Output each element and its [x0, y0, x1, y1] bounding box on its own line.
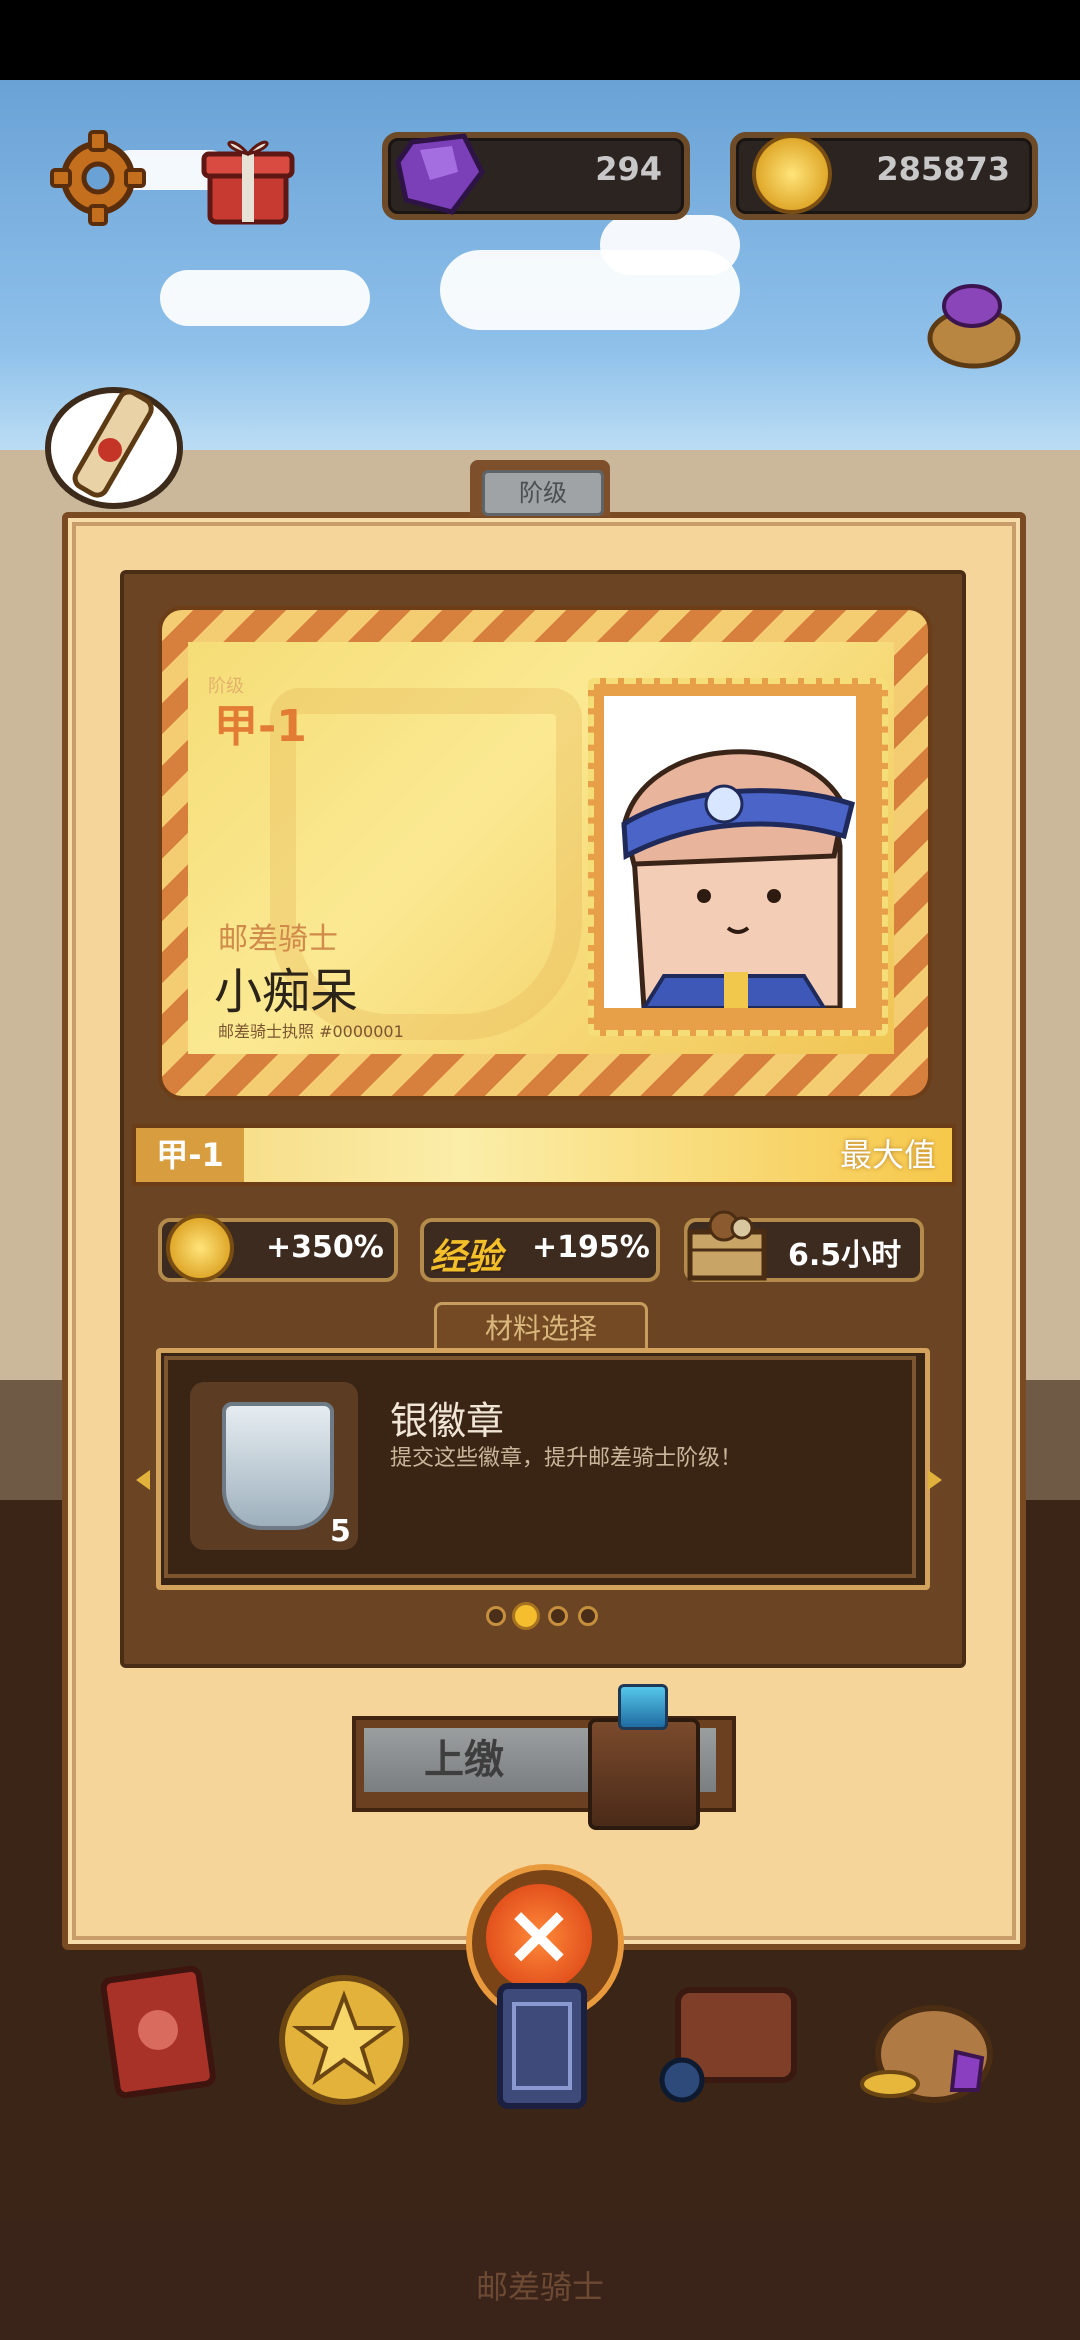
character-portrait [604, 696, 856, 1008]
silver-badge-icon [222, 1402, 334, 1530]
rank-progress-bar [132, 1124, 956, 1186]
star-coin-icon[interactable] [274, 1970, 414, 2110]
page-dot-active[interactable] [512, 1602, 540, 1630]
card-deck-icon[interactable] [470, 1976, 610, 2116]
gem-icon [392, 128, 488, 218]
material-count: 5 [330, 1514, 351, 1549]
bag-potion-icon[interactable] [658, 1960, 798, 2103]
gem-count: 294 [595, 150, 662, 188]
gear-icon[interactable] [50, 130, 146, 226]
material-name: 银徽章 [390, 1399, 505, 1443]
cloud [600, 215, 740, 275]
page-dot[interactable] [578, 1606, 598, 1626]
material-description: 提交这些徽章，提升邮差骑士阶级！ [390, 1446, 743, 1471]
badge-gem-icon [618, 1684, 668, 1730]
time-value: 6.5小时 [788, 1238, 902, 1273]
treasure-sack-icon[interactable] [860, 1966, 1000, 2106]
license-number: 邮差骑士执照 #0000001 [218, 1022, 404, 1041]
arrow-right-icon[interactable] [928, 1470, 942, 1490]
crate-icon [684, 1204, 770, 1284]
coin-bonus-value: +350% [266, 1230, 384, 1265]
knight-name: 小痴呆 [214, 964, 359, 1020]
exp-bonus-value: +195% [532, 1230, 650, 1265]
rank-value: 甲-1 [214, 701, 307, 752]
dialog-title: 阶级 [482, 470, 604, 516]
exp-bonus-stat: 经验 +195% [420, 1218, 660, 1282]
gem-sack-icon[interactable] [924, 270, 1024, 370]
submit-box-icon [588, 1718, 700, 1830]
coin-count: 285873 [876, 150, 1010, 188]
gold-coin-icon [752, 134, 832, 214]
gold-coin-icon [166, 1214, 234, 1282]
gift-icon[interactable] [200, 128, 296, 228]
exp-label: 经验 [430, 1237, 503, 1278]
rank-bar-max-label: 最大值 [839, 1136, 936, 1174]
status-bar [0, 0, 1080, 80]
arrow-left-icon[interactable] [136, 1470, 150, 1490]
close-icon[interactable]: × [486, 1884, 592, 1990]
footer-title: 邮差骑士 [475, 2268, 604, 2306]
page-dot[interactable] [486, 1606, 506, 1626]
rank-bar-label: 甲-1 [136, 1128, 244, 1182]
scroll-bubble-icon[interactable] [44, 378, 184, 510]
page-dot[interactable] [548, 1606, 568, 1626]
cloud [160, 270, 370, 326]
red-book-icon[interactable] [88, 1960, 228, 2100]
